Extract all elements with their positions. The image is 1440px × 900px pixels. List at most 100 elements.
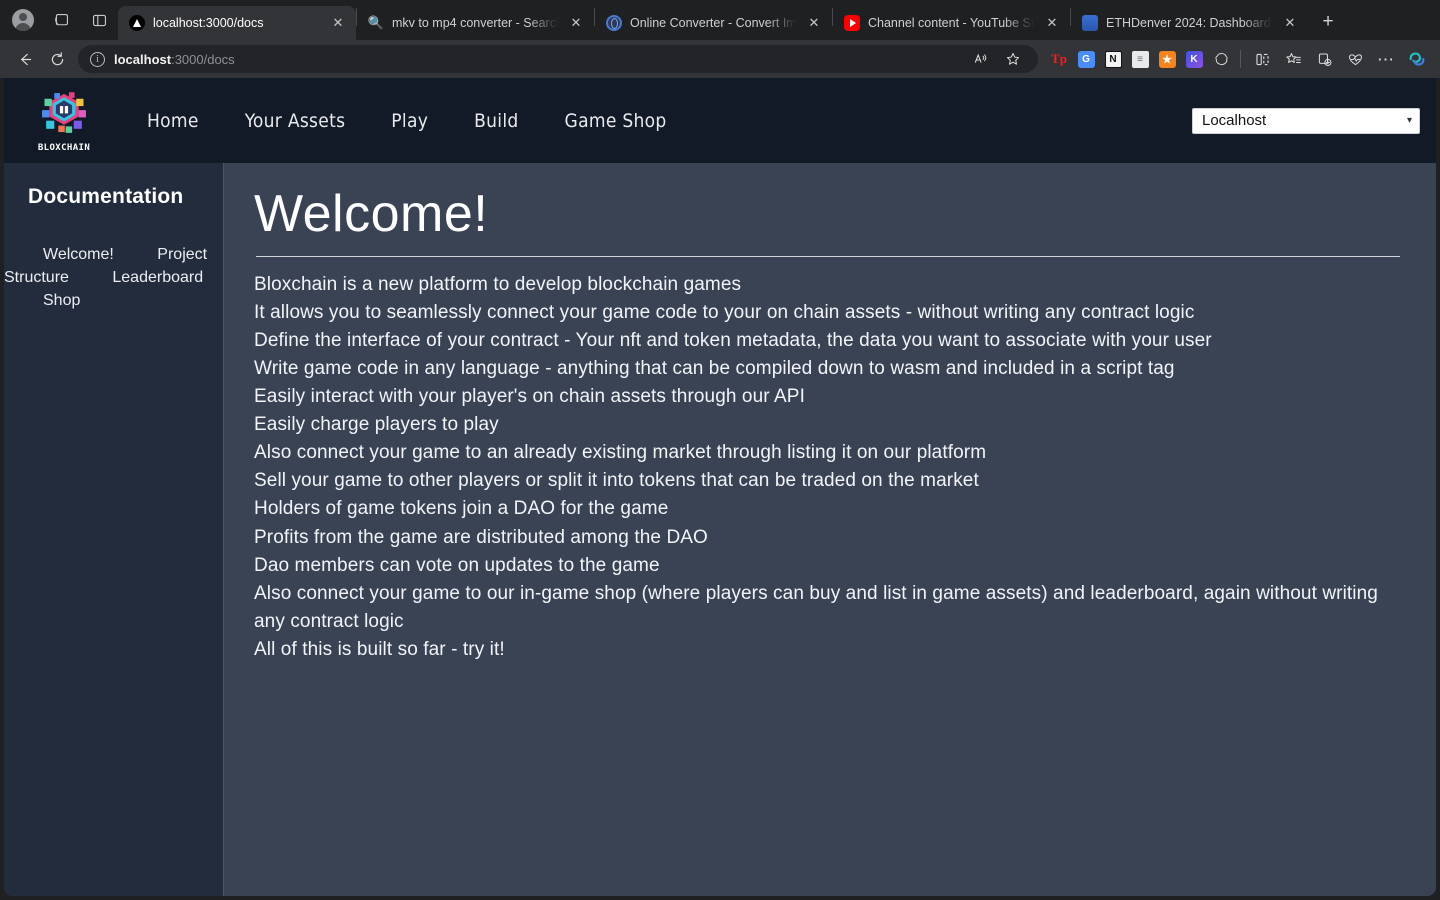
split-pane-icon: [92, 14, 106, 26]
sidebar-item-shop[interactable]: Shop: [4, 292, 80, 309]
keplr-extension-icon: K: [1185, 50, 1203, 68]
tab-title: Channel content - YouTube Stu: [868, 16, 1034, 30]
address-bar[interactable]: i localhost:3000/docs: [78, 45, 1038, 73]
tab-list: localhost:3000/docs ✕ 🔍 mkv to mp4 conve…: [118, 0, 1434, 40]
sidebar-item-welcome[interactable]: Welcome!: [4, 246, 114, 263]
doc-body: Bloxchain is a new platform to develop b…: [254, 271, 1400, 665]
tab-title: ETHDenver 2024: Dashboard |: [1106, 16, 1272, 30]
add-collection-button[interactable]: [1309, 44, 1339, 74]
network-select[interactable]: Localhost ▾: [1192, 107, 1420, 134]
tp-extension-button[interactable]: Tp: [1046, 46, 1072, 72]
nav-link-play[interactable]: Play: [368, 104, 451, 138]
document-blue-icon: [1082, 15, 1098, 31]
doc-line: Easily charge players to play: [254, 414, 499, 436]
notion-extension-icon: N: [1104, 50, 1122, 68]
tab-title: mkv to mp4 converter - Search: [392, 16, 558, 30]
doc-line: Bloxchain is a new platform to develop b…: [254, 273, 742, 295]
tab-close-button[interactable]: ✕: [566, 13, 586, 33]
doc-line: Also connect your game to an already exi…: [254, 442, 987, 464]
sidebar-item-leaderboard[interactable]: Leaderboard: [73, 269, 203, 286]
favorite-button[interactable]: [998, 44, 1028, 74]
doc-line: Profits from the game are distributed am…: [254, 526, 708, 548]
doc-line: Sell your game to other players or split…: [254, 470, 979, 492]
extensions-bar: Tp G N ≡ ★ K ⋯: [1046, 44, 1432, 74]
url-path: :3000/docs: [171, 51, 235, 67]
reload-icon: [51, 51, 63, 65]
docs-content: Welcome! Bloxchain is a new platform to …: [224, 163, 1436, 896]
info-circle-icon[interactable]: i: [90, 51, 105, 67]
back-button[interactable]: [10, 44, 40, 74]
tab-close-button[interactable]: ✕: [1042, 13, 1062, 33]
sidebar-title: Documentation: [28, 185, 184, 208]
doc-line: Define the interface of your contract - …: [254, 329, 1212, 351]
tp-extension-icon: Tp: [1051, 51, 1067, 66]
document-extension-button[interactable]: ≡: [1127, 46, 1153, 72]
read-aloud-icon: [974, 53, 987, 63]
nav-link-build[interactable]: Build: [451, 104, 541, 138]
copilot-button[interactable]: [1402, 44, 1432, 74]
toolbar-divider: [1240, 50, 1241, 68]
reload-button[interactable]: [42, 44, 72, 74]
nav-link-home[interactable]: Home: [124, 104, 222, 138]
browser-tab[interactable]: localhost:3000/docs ✕: [118, 6, 356, 40]
tab-strip: localhost:3000/docs ✕ 🔍 mkv to mp4 conve…: [0, 0, 1440, 40]
doc-line: All of this is built so far - try it!: [254, 639, 505, 661]
doc-line: Also connect your game to our in-game sh…: [254, 582, 1378, 632]
docs-sidebar: Documentation Welcome! Project Structure…: [4, 163, 224, 896]
more-options-icon: ⋯: [1377, 49, 1395, 69]
split-screen-button[interactable]: [1247, 44, 1277, 74]
tab-close-button[interactable]: ✕: [804, 13, 824, 33]
browser-tab[interactable]: ETHDenver 2024: Dashboard | ✕: [1071, 6, 1308, 40]
site-logo[interactable]: BLOXCHAIN: [4, 89, 124, 153]
profile-avatar[interactable]: [8, 5, 38, 35]
browser-window: localhost:3000/docs ✕ 🔍 mkv to mp4 conve…: [0, 0, 1440, 900]
youtube-icon: [844, 15, 860, 31]
browser-tab[interactable]: 🔍 mkv to mp4 converter - Search ✕: [357, 6, 594, 40]
new-tab-button[interactable]: +: [1313, 7, 1343, 37]
doc-line: Easily interact with your player's on ch…: [254, 386, 805, 408]
omnibox-actions: [966, 44, 1028, 74]
split-screen-icon: [1255, 53, 1269, 65]
url-text: localhost:3000/docs: [114, 52, 957, 67]
window-left-controls: [4, 0, 118, 40]
copilot-icon: [1409, 52, 1425, 66]
collections-star-icon: [1285, 52, 1301, 63]
url-host: localhost: [114, 51, 172, 67]
doc-line: It allows you to seamlessly connect your…: [254, 301, 1195, 323]
google-translate-extension-button[interactable]: G: [1073, 46, 1099, 72]
more-options-button[interactable]: ⋯: [1371, 44, 1401, 74]
network-select-value: Localhost: [1202, 112, 1267, 129]
rabby-extension-button[interactable]: [1208, 46, 1234, 72]
workspaces-button[interactable]: [46, 5, 76, 35]
browser-essentials-button[interactable]: [1340, 44, 1370, 74]
rabby-extension-icon: [1214, 52, 1228, 65]
page-body: Documentation Welcome! Project Structure…: [4, 163, 1436, 896]
tab-close-button[interactable]: ✕: [1280, 13, 1300, 33]
read-aloud-button[interactable]: [966, 44, 996, 74]
doc-line: Write game code in any language - anythi…: [254, 357, 1175, 379]
globe-icon: [606, 15, 622, 31]
metamask-extension-button[interactable]: ★: [1154, 46, 1180, 72]
logo-wordmark: BLOXCHAIN: [37, 142, 91, 153]
tab-title: localhost:3000/docs: [153, 16, 264, 30]
collections-button[interactable]: [1278, 44, 1308, 74]
nav-link-your-assets[interactable]: Your Assets: [222, 104, 369, 138]
add-collection-icon: [1318, 52, 1331, 66]
google-translate-extension-icon: G: [1077, 50, 1095, 68]
notion-extension-button[interactable]: N: [1100, 46, 1126, 72]
title-divider: [256, 255, 1400, 257]
search-icon: 🔍: [368, 15, 384, 30]
bloxchain-cube-logo-icon: [42, 91, 86, 133]
document-extension-icon: ≡: [1131, 50, 1149, 68]
favorite-star-icon: [1006, 52, 1020, 65]
nav-link-game-shop[interactable]: Game Shop: [542, 104, 690, 138]
avatar-icon: [12, 9, 34, 31]
browser-tab[interactable]: Online Converter - Convert Ima ✕: [595, 6, 832, 40]
browser-essentials-icon: [1348, 53, 1362, 65]
browser-tab[interactable]: Channel content - YouTube Stu ✕: [833, 6, 1070, 40]
split-pane-button[interactable]: [84, 5, 114, 35]
tab-close-button[interactable]: ✕: [328, 13, 348, 33]
keplr-extension-button[interactable]: K: [1181, 46, 1207, 72]
metamask-extension-icon: ★: [1158, 50, 1176, 68]
page-title: Welcome!: [254, 185, 489, 243]
